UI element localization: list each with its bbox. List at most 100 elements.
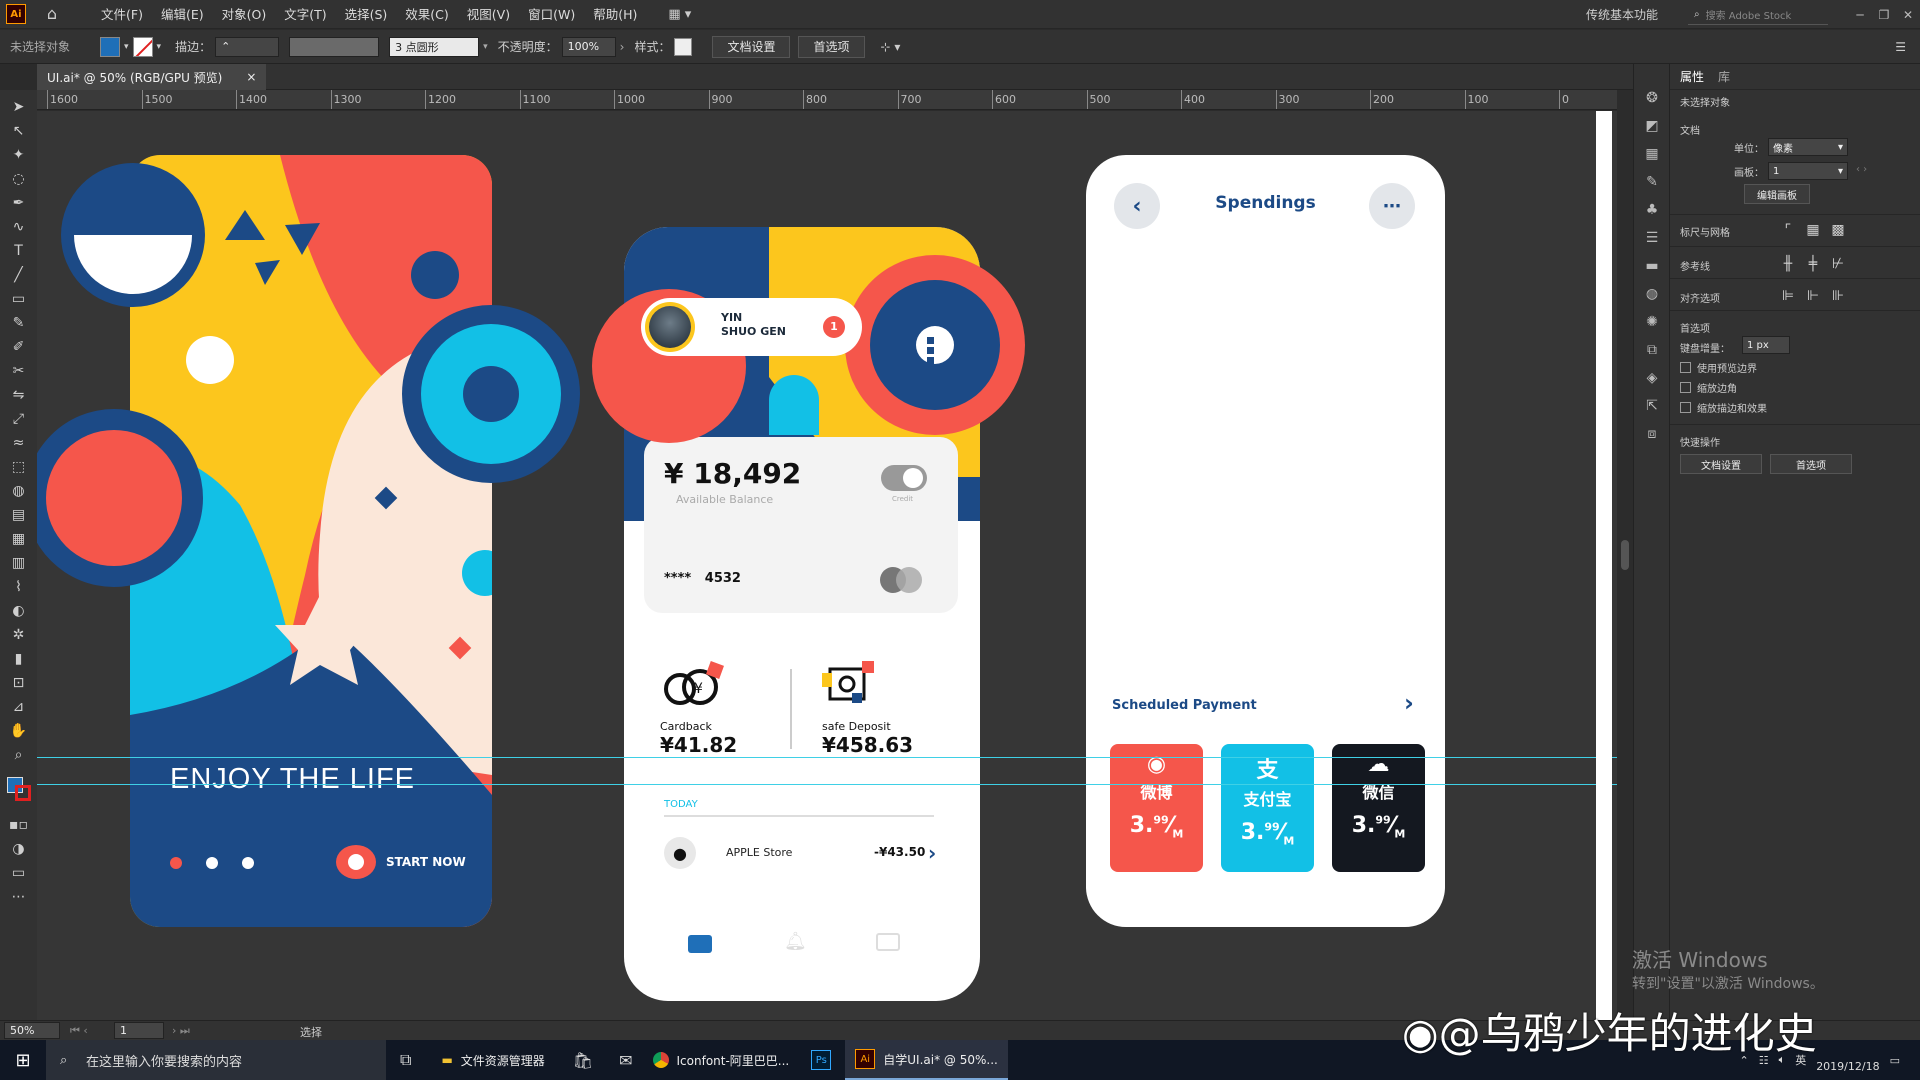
graphic-styles-icon[interactable]: ⧉	[1634, 336, 1670, 364]
menu-file[interactable]: 文件(F)	[92, 0, 152, 29]
taskbar-illustrator[interactable]: Ai 自学UI.ai* @ 50%...	[845, 1040, 1008, 1080]
gradient-tool-icon[interactable]: ▥	[0, 551, 37, 575]
payment-card-weibo[interactable]: ◉ 微博 3.99⁄M	[1110, 744, 1203, 872]
artboard-nav-next-icon[interactable]: › ⏭	[172, 1024, 190, 1038]
cardback-section[interactable]: ¥ Cardback ¥41.82	[660, 659, 780, 769]
pager-dot-active[interactable]	[170, 857, 182, 869]
fill-swatch[interactable]	[100, 36, 121, 57]
store-icon[interactable]: 🛍︎	[573, 1051, 593, 1070]
line-tool-icon[interactable]: ╱	[0, 263, 37, 287]
scale-corners-checkbox[interactable]: 缩放边角	[1680, 380, 1737, 395]
windows-start-icon[interactable]: ⊞	[0, 1040, 46, 1080]
start-now-button[interactable]: START NOW	[336, 845, 466, 879]
color-icon[interactable]: ◩	[1634, 112, 1670, 140]
guide-line[interactable]	[37, 784, 1617, 785]
chevron-right-icon[interactable]: ›	[1404, 689, 1414, 717]
menu-view[interactable]: 视图(V)	[458, 0, 519, 29]
eyedropper-tool-icon[interactable]: ⌇	[0, 575, 37, 599]
blend-tool-icon[interactable]: ◐	[0, 599, 37, 623]
show-guides-icon[interactable]: ╫	[1778, 254, 1798, 274]
artboard-select[interactable]: 1 ▾	[1768, 162, 1848, 180]
payment-card-wechat[interactable]: ☁ 微信 3.99⁄M	[1332, 744, 1425, 872]
nav-chat-icon[interactable]	[876, 933, 900, 951]
clock-date[interactable]: 2019/12/18	[1816, 1060, 1879, 1073]
transparency-icon[interactable]: ◍	[1634, 280, 1670, 308]
artboards-icon[interactable]: ⧈	[1634, 420, 1670, 448]
menu-effect[interactable]: 效果(C)	[396, 0, 457, 29]
color-guide-icon[interactable]: ❂	[1634, 84, 1670, 112]
stroke-swatch[interactable]	[132, 36, 153, 57]
free-transform-tool-icon[interactable]: ⬚	[0, 455, 37, 479]
menu-window[interactable]: 窗口(W)	[519, 0, 584, 29]
restore-button[interactable]: ❐	[1872, 8, 1896, 22]
color-mode-icon[interactable]: ▪▫	[0, 813, 37, 837]
export-icon[interactable]: ⇱	[1634, 392, 1670, 420]
more-tools-icon[interactable]: ⋯	[0, 885, 37, 909]
taskbar-explorer[interactable]: ▬ 文件资源管理器	[431, 1040, 554, 1080]
variable-width-field[interactable]	[289, 36, 380, 57]
curvature-tool-icon[interactable]: ∿	[0, 215, 37, 239]
credit-toggle[interactable]	[881, 465, 927, 491]
appearance-icon[interactable]: ✺	[1634, 308, 1670, 336]
symbols-icon[interactable]: ♣	[1634, 196, 1670, 224]
nav-wallet-icon[interactable]	[688, 935, 712, 953]
user-pill[interactable]: YIN SHUO GEN 1	[641, 298, 862, 356]
minimize-button[interactable]: ─	[1848, 8, 1872, 22]
transaction-row[interactable]: ● APPLE Store -¥43.50 ›	[664, 837, 944, 873]
photoshop-icon[interactable]: Ps	[811, 1050, 832, 1070]
menu-edit[interactable]: 编辑(E)	[152, 0, 213, 29]
balance-card[interactable]: ¥ 18,492 Available Balance Credit **** 4…	[644, 437, 958, 613]
layers-icon[interactable]: ◈	[1634, 364, 1670, 392]
stroke-icon[interactable]: ☰	[1634, 224, 1670, 252]
artboard-number-field[interactable]: 1	[114, 1022, 164, 1039]
more-button[interactable]: ⋯	[1369, 183, 1415, 229]
fill-stroke-icon[interactable]	[0, 767, 37, 813]
type-tool-icon[interactable]: T	[0, 239, 37, 263]
mesh-tool-icon[interactable]: ▦	[0, 527, 37, 551]
pager-dot[interactable]	[206, 857, 218, 869]
taskbar-search-input[interactable]: ⌕ 在这里输入你要搜索的内容	[46, 1040, 386, 1080]
edit-artboards-button[interactable]: 编辑画板	[1744, 184, 1810, 204]
transparency-grid-icon[interactable]: ▩	[1828, 220, 1848, 240]
style-swatch[interactable]	[674, 37, 693, 56]
hand-tool-icon[interactable]: ✋	[0, 719, 37, 743]
paintbrush-tool-icon[interactable]: ✎	[0, 311, 37, 335]
chevron-right-icon[interactable]: ›	[928, 841, 936, 865]
menu-object[interactable]: 对象(O)	[213, 0, 276, 29]
preferences-button[interactable]: 首选项	[798, 35, 865, 58]
tab-libraries[interactable]: 库	[1718, 68, 1730, 85]
menu-type[interactable]: 文字(T)	[275, 0, 335, 29]
swatches-icon[interactable]: ▦	[1634, 140, 1670, 168]
pager-dot[interactable]	[242, 857, 254, 869]
menu-circle[interactable]	[845, 255, 1025, 435]
menu-select[interactable]: 选择(S)	[336, 0, 397, 29]
rectangle-tool-icon[interactable]: ▭	[0, 287, 37, 311]
artboard-nav-icon[interactable]: ⏮ ‹	[70, 1024, 88, 1038]
quick-preferences-button[interactable]: 首选项	[1770, 454, 1852, 474]
zoom-tool-icon[interactable]: ⌕	[0, 743, 37, 767]
deposit-section[interactable]: safe Deposit ¥458.63	[822, 659, 962, 769]
vertical-scrollbar[interactable]	[1617, 90, 1633, 1020]
shape-builder-tool-icon[interactable]: ◍	[0, 479, 37, 503]
document-setup-button[interactable]: 文档设置	[712, 35, 791, 58]
reflect-tool-icon[interactable]: ⇋	[0, 383, 37, 407]
direct-selection-tool-icon[interactable]: ↖	[0, 119, 37, 143]
align-to-artboard-icon[interactable]: ⊪	[1828, 286, 1848, 306]
stroke-weight-field[interactable]: ⌃	[215, 36, 280, 57]
scissors-tool-icon[interactable]: ✂	[0, 359, 37, 383]
symbol-sprayer-tool-icon[interactable]: ✲	[0, 623, 37, 647]
lock-guides-icon[interactable]: ╪	[1803, 254, 1823, 274]
align-to-key-icon[interactable]: ⊩	[1803, 286, 1823, 306]
shaper-tool-icon[interactable]: ✐	[0, 335, 37, 359]
mail-icon[interactable]: ✉	[619, 1051, 632, 1070]
units-select[interactable]: 像素 ▾	[1768, 138, 1848, 156]
notification-badge[interactable]: 1	[823, 316, 845, 338]
tab-properties[interactable]: 属性	[1680, 68, 1704, 85]
artboard-tool-icon[interactable]: ⊡	[0, 671, 37, 695]
workspace-switcher[interactable]: 传统基本功能	[1586, 6, 1658, 23]
ruler-toggle-icon[interactable]: ⌜	[1778, 220, 1798, 240]
document-tab[interactable]: UI.ai* @ 50% (RGB/GPU 预览) ×	[37, 64, 267, 90]
preview-bounds-checkbox[interactable]: 使用预览边界	[1680, 360, 1757, 375]
lasso-tool-icon[interactable]: ◌	[0, 167, 37, 191]
brush-field[interactable]: 3 点圆形	[389, 36, 480, 57]
